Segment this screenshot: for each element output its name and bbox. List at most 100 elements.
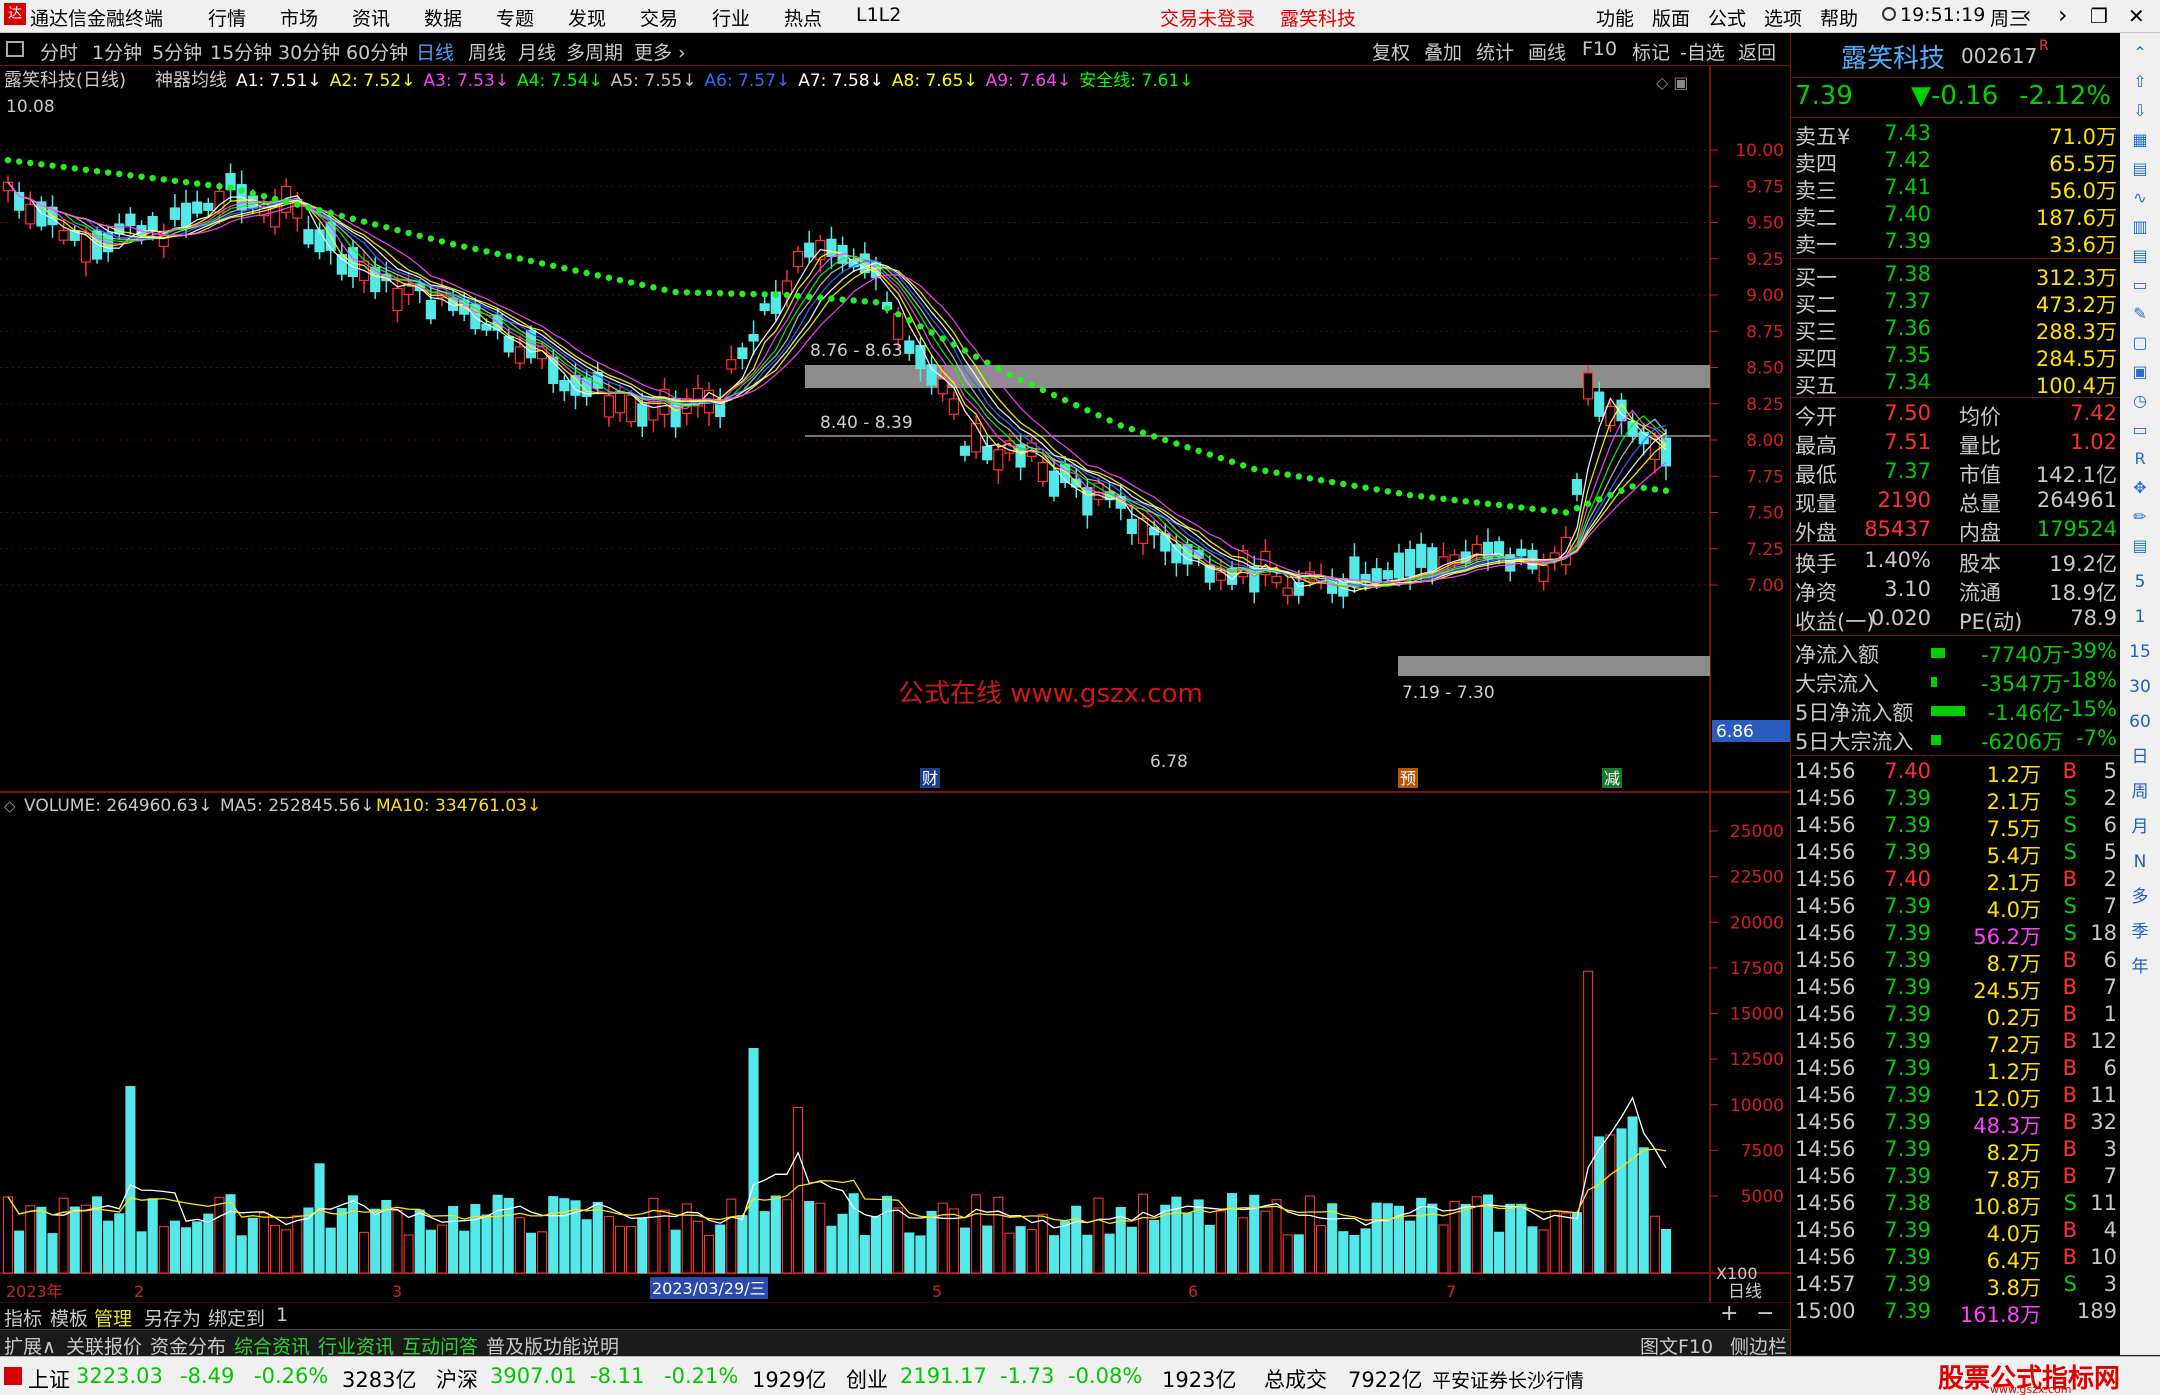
- tool-adjust[interactable]: 复权: [1372, 38, 1410, 65]
- period-5min[interactable]: 5分钟: [152, 38, 202, 65]
- btn-template[interactable]: 模板: [50, 1304, 88, 1331]
- forward-icon[interactable]: ›: [2058, 1, 2068, 29]
- tool-draw[interactable]: 画线: [1528, 38, 1566, 65]
- tab-fund-distribution[interactable]: 资金分布: [150, 1332, 226, 1359]
- close-window-icon[interactable]: ✕: [2128, 4, 2145, 28]
- panel-toggle-icon[interactable]: [6, 41, 24, 57]
- period-shortcut-2[interactable]: 1: [2126, 603, 2154, 631]
- menu-help[interactable]: 帮助: [1820, 4, 1858, 31]
- menu-function[interactable]: 功能: [1596, 4, 1634, 31]
- login-status[interactable]: 交易未登录: [1160, 4, 1255, 31]
- period-shortcut-1[interactable]: 5: [2126, 568, 2154, 596]
- period-shortcut-8[interactable]: 月: [2126, 813, 2154, 841]
- chart-settings-icon[interactable]: ◇ ▣: [1656, 73, 1689, 92]
- index-sh-name[interactable]: 上证: [28, 1364, 70, 1394]
- menu-news[interactable]: 资讯: [352, 4, 390, 31]
- tool-f10[interactable]: F10: [1582, 38, 1617, 60]
- volume-collapse-icon[interactable]: ◇: [4, 797, 16, 815]
- up-arrow-icon[interactable]: ⌃: [2126, 39, 2154, 67]
- pen-icon[interactable]: ✏: [2126, 503, 2154, 531]
- tab-qa[interactable]: 互动问答: [402, 1332, 478, 1359]
- menu-data[interactable]: 数据: [424, 4, 462, 31]
- period-1min[interactable]: 1分钟: [92, 38, 142, 65]
- indicator-name[interactable]: 神器均线: [155, 70, 227, 91]
- zoom-out-icon[interactable]: −: [1756, 1301, 1774, 1326]
- back-icon[interactable]: ‹: [2022, 1, 2032, 29]
- btn-save-as[interactable]: 另存为: [144, 1304, 201, 1331]
- candle-icon[interactable]: ▥: [2126, 213, 2154, 241]
- btn-indicator[interactable]: 指标: [4, 1304, 42, 1331]
- up-outline-icon[interactable]: ⇧: [2126, 68, 2154, 96]
- volume-bar: [103, 1220, 114, 1274]
- index-cy-name[interactable]: 创业: [846, 1364, 888, 1394]
- stat-label: 今开: [1795, 405, 1837, 429]
- clock-icon[interactable]: ◷: [2126, 387, 2154, 415]
- menu-topic[interactable]: 专题: [496, 4, 534, 31]
- period-shortcut-6[interactable]: 日: [2126, 743, 2154, 771]
- line-icon[interactable]: ∿: [2126, 184, 2154, 212]
- tab-general-news[interactable]: 综合资讯: [234, 1332, 310, 1359]
- fs-icon[interactable]: ▤: [2126, 532, 2154, 560]
- menu-formula[interactable]: 公式: [1708, 4, 1746, 31]
- ma-value-label: A3: 7.53↓: [423, 71, 509, 91]
- edit-icon[interactable]: ✎: [2126, 300, 2154, 328]
- grid-icon[interactable]: ▦: [2126, 126, 2154, 154]
- safety-line-dot: [160, 176, 167, 183]
- table2-icon[interactable]: ▤: [2126, 242, 2154, 270]
- rsi-icon[interactable]: R: [2126, 445, 2154, 473]
- tab-related-quotes[interactable]: 关联报价: [66, 1332, 142, 1359]
- chart-area[interactable]: 露笑科技(日线) 神器均线 A1: 7.51↓ A2: 7.52↓ A3: 7.53…: [0, 66, 1790, 1303]
- menu-trade[interactable]: 交易: [640, 4, 678, 31]
- btn-bind[interactable]: 绑定到: [208, 1304, 265, 1331]
- btn-manage[interactable]: 管理: [94, 1304, 132, 1331]
- period-more[interactable]: 更多 ›: [634, 38, 686, 65]
- tool-overlay[interactable]: 叠加: [1424, 38, 1462, 65]
- period-intraday[interactable]: 分时: [40, 38, 78, 65]
- period-shortcut-5[interactable]: 60: [2126, 708, 2154, 736]
- tool-stats[interactable]: 统计: [1476, 38, 1514, 65]
- table-icon[interactable]: ▤: [2126, 155, 2154, 183]
- tab-f10-graphic[interactable]: 图文F10: [1640, 1332, 1713, 1359]
- period-shortcut-7[interactable]: 周: [2126, 778, 2154, 806]
- tool-back[interactable]: 返回: [1738, 38, 1776, 65]
- tick-time: 14:56: [1795, 948, 1856, 972]
- period-shortcut-12[interactable]: 年: [2126, 953, 2154, 981]
- tab-expand[interactable]: 扩展∧: [4, 1332, 56, 1359]
- menu-discover[interactable]: 发现: [568, 4, 606, 31]
- menu-industry[interactable]: 行业: [712, 4, 750, 31]
- period-monthly[interactable]: 月线: [518, 38, 556, 65]
- tool-mark[interactable]: 标记: [1632, 38, 1670, 65]
- menu-market[interactable]: 市场: [280, 4, 318, 31]
- period-shortcut-3[interactable]: 15: [2126, 638, 2154, 666]
- period-shortcut-4[interactable]: 30: [2126, 673, 2154, 701]
- period-shortcut-9[interactable]: N: [2126, 848, 2154, 876]
- zoom-in-icon[interactable]: +: [1720, 1301, 1738, 1326]
- period-15min[interactable]: 15分钟: [210, 38, 272, 65]
- down-outline-icon[interactable]: ⇩: [2126, 97, 2154, 125]
- menu-options[interactable]: 选项: [1764, 4, 1802, 31]
- period-shortcut-10[interactable]: 多: [2126, 883, 2154, 911]
- menu-l1l2[interactable]: L1L2: [856, 4, 901, 26]
- tool-watchlist[interactable]: -自选: [1680, 38, 1725, 65]
- tab-feature-help[interactable]: 普及版功能说明: [486, 1332, 619, 1359]
- period-daily[interactable]: 日线: [416, 38, 454, 65]
- period-weekly[interactable]: 周线: [468, 38, 506, 65]
- fiz-icon[interactable]: ▢: [2126, 329, 2154, 357]
- restore-window-icon[interactable]: ❐: [2090, 4, 2108, 28]
- flz-icon[interactable]: ▣: [2126, 358, 2154, 386]
- f10-icon[interactable]: ▭: [2126, 271, 2154, 299]
- menu-layout[interactable]: 版面: [1652, 4, 1690, 31]
- tab-industry-news[interactable]: 行业资讯: [318, 1332, 394, 1359]
- period-shortcut-11[interactable]: 季: [2126, 918, 2154, 946]
- menu-quotes[interactable]: 行情: [208, 4, 246, 31]
- safety-line-dot: [1351, 482, 1358, 489]
- period-multi[interactable]: 多周期: [566, 38, 623, 65]
- menu-hot[interactable]: 热点: [784, 4, 822, 31]
- move-icon[interactable]: ✥: [2126, 474, 2154, 502]
- period-60min[interactable]: 60分钟: [346, 38, 408, 65]
- index-hs-name[interactable]: 沪深: [436, 1364, 478, 1394]
- period-30min[interactable]: 30分钟: [278, 38, 340, 65]
- cap-icon[interactable]: ▭: [2126, 416, 2154, 444]
- volume-bar: [837, 1213, 848, 1274]
- btn-slot-1[interactable]: 1: [276, 1304, 288, 1326]
